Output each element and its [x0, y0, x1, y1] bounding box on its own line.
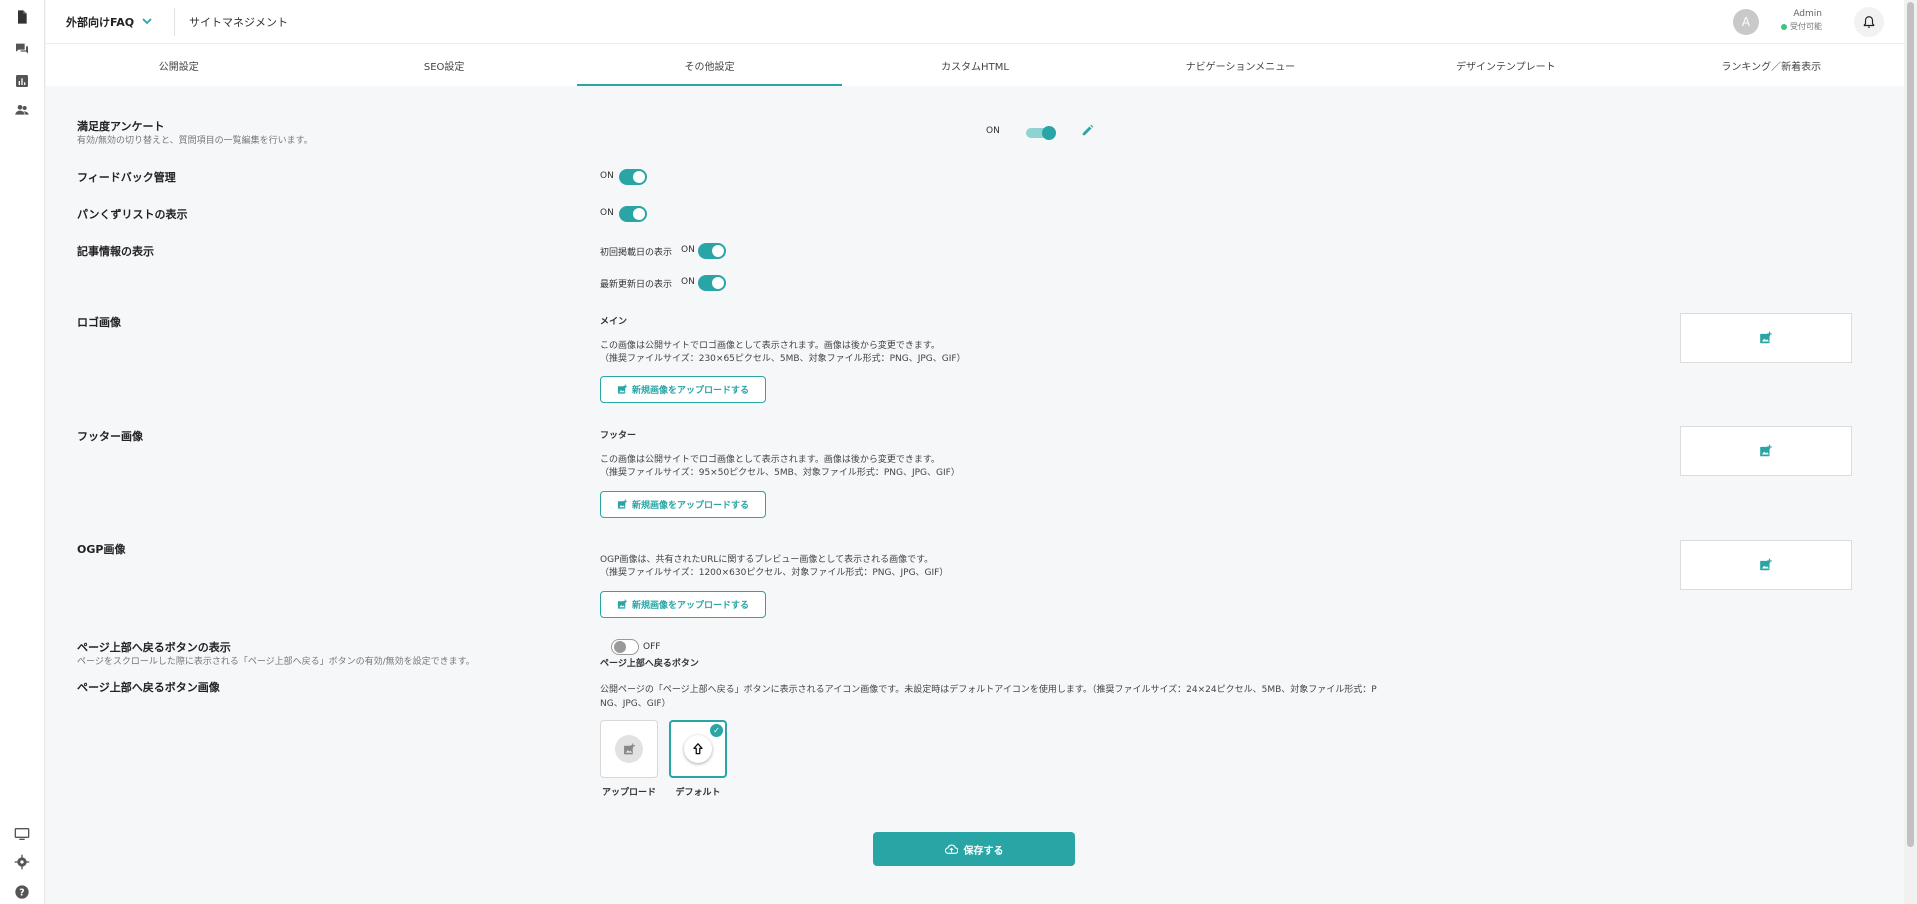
check-icon: ✓: [710, 724, 723, 737]
tab-ranking-new[interactable]: ランキング／新着表示: [1639, 44, 1904, 86]
upload-icon-circle: [615, 735, 643, 763]
image-add-icon: [617, 599, 628, 609]
survey-toggle[interactable]: [1026, 126, 1056, 140]
footer-image-label: フッター画像: [77, 430, 143, 443]
user-info[interactable]: Admin 受付可能: [1781, 9, 1822, 32]
first-published-label: 初回掲載日の表示: [600, 248, 673, 258]
image-add-icon: [617, 384, 628, 394]
logo-desc-2: （推奨ファイルサイズ：230×65ピクセル、5MB、対象ファイル形式：PNG、J…: [600, 354, 966, 364]
settings-tabs: 公開設定 SEO設定 その他設定 カスタムHTML ナビゲーションメニュー デザ…: [46, 44, 1904, 86]
tab-publish-settings[interactable]: 公開設定: [46, 44, 311, 86]
footer-image-desc-2: （推奨ファイルサイズ：95×50ピクセル、5MB、対象ファイル形式：PNG、JP…: [600, 468, 960, 478]
tab-seo-settings[interactable]: SEO設定: [311, 44, 576, 86]
image-add-icon: [1760, 558, 1772, 571]
survey-label: 満足度アンケート: [77, 120, 165, 133]
breadcrumb-label: パンくずリストの表示: [77, 208, 188, 221]
sidebar: ?: [0, 0, 45, 904]
last-updated-toggle[interactable]: [698, 275, 726, 291]
ogp-preview[interactable]: [1680, 540, 1852, 590]
ogp-label: OGP画像: [77, 543, 126, 556]
footer-image-preview[interactable]: [1680, 426, 1852, 476]
ogp-desc-2: （推奨ファイルサイズ：1200×630ピクセル、対象ファイル形式：PNG、JPG…: [600, 568, 949, 578]
user-status: 受付可能: [1781, 21, 1822, 32]
logo-sub-label: メイン: [600, 317, 628, 327]
page-scrollbar[interactable]: [1904, 0, 1917, 904]
avatar[interactable]: A: [1733, 9, 1759, 35]
chat-icon[interactable]: [13, 40, 31, 58]
tab-other-settings[interactable]: その他設定: [576, 44, 843, 86]
breadcrumb-toggle[interactable]: [619, 206, 647, 222]
survey-description: 有効/無効の切り替えと、質問項目の一覧編集を行います。: [77, 136, 313, 146]
logo-upload-button[interactable]: 新規画像をアップロードする: [600, 376, 766, 403]
first-published-status: ON: [681, 245, 695, 255]
tab-navigation-menu[interactable]: ナビゲーションメニュー: [1108, 44, 1373, 86]
help-icon[interactable]: ?: [13, 883, 31, 901]
footer-image-upload-button[interactable]: 新規画像をアップロードする: [600, 491, 766, 518]
back-to-top-description: ページをスクロールした際に表示される「ページ上部へ戻る」ボタンの有効/無効を設定…: [77, 657, 475, 667]
back-to-top-toggle[interactable]: [611, 639, 639, 655]
last-updated-label: 最新更新日の表示: [600, 280, 673, 290]
chart-icon[interactable]: [13, 72, 31, 90]
bell-icon: [1863, 16, 1875, 28]
logo-label: ロゴ画像: [77, 316, 121, 329]
cloud-upload-icon: [944, 844, 958, 854]
chevron-down-icon: [142, 16, 152, 29]
icon-option-upload-label: アップロード: [601, 788, 656, 798]
footer-image-upload-label: 新規画像をアップロードする: [631, 501, 749, 511]
breadcrumb-status: ON: [600, 208, 614, 218]
image-add-icon: [623, 743, 635, 754]
back-to-top-status: OFF: [643, 642, 661, 652]
ogp-upload-label: 新規画像をアップロードする: [631, 601, 749, 611]
monitor-icon[interactable]: [13, 825, 31, 843]
save-button-label: 保存する: [963, 845, 1004, 857]
settings-content: 満足度アンケート 有効/無効の切り替えと、質問項目の一覧編集を行います。 ON …: [46, 86, 1904, 904]
image-add-icon: [617, 499, 628, 509]
header-divider: [174, 8, 175, 36]
notification-button[interactable]: [1854, 7, 1884, 37]
page-title: サイトマネジメント: [189, 16, 288, 29]
top-bar: 外部向けFAQ サイトマネジメント A Admin 受付可能: [46, 0, 1904, 44]
survey-status: ON: [986, 126, 1000, 136]
tab-custom-html[interactable]: カスタムHTML: [842, 44, 1107, 86]
article-info-label: 記事情報の表示: [77, 245, 154, 258]
logo-preview[interactable]: [1680, 313, 1852, 363]
gear-icon[interactable]: [13, 853, 31, 871]
icon-option-default[interactable]: ✓: [669, 720, 727, 778]
ogp-upload-button[interactable]: 新規画像をアップロードする: [600, 591, 766, 618]
status-dot: [1781, 23, 1787, 30]
icon-option-upload[interactable]: [600, 720, 658, 778]
ogp-desc-1: OGP画像は、共有されたURLに関するプレビュー画像として表示される画像です。: [600, 555, 934, 565]
pencil-icon[interactable]: [1081, 123, 1097, 139]
feedback-status: ON: [600, 171, 614, 181]
arrow-up-icon: [693, 743, 703, 755]
site-selector[interactable]: 外部向けFAQ: [66, 14, 152, 30]
svg-text:?: ?: [19, 887, 24, 898]
image-add-icon: [1760, 444, 1772, 457]
logo-upload-label: 新規画像をアップロードする: [631, 386, 749, 396]
document-icon[interactable]: [13, 8, 31, 26]
first-published-toggle[interactable]: [698, 243, 726, 259]
back-to-top-image-desc-1: 公開ページの「ページ上部へ戻る」ボタンに表示されるアイコン画像です。未設定時はデ…: [600, 685, 1377, 695]
footer-image-desc-1: この画像は公開サイトでロゴ画像として表示されます。画像は後から変更できます。: [600, 455, 940, 465]
feedback-toggle[interactable]: [619, 169, 647, 185]
default-icon-circle: [684, 735, 712, 763]
user-status-text: 受付可能: [1790, 22, 1822, 31]
back-to-top-sub-label: ページ上部へ戻るボタン: [600, 659, 699, 669]
feedback-label: フィードバック管理: [77, 171, 176, 184]
users-icon[interactable]: [13, 101, 31, 119]
back-to-top-image-label: ページ上部へ戻るボタン画像: [77, 681, 220, 694]
image-add-icon: [1760, 331, 1772, 344]
icon-option-default-label: デフォルト: [675, 788, 721, 798]
scrollbar-thumb[interactable]: [1907, 2, 1914, 847]
site-selector-label: 外部向けFAQ: [66, 16, 135, 29]
back-to-top-image-desc-2: NG、JPG、GIF）: [600, 699, 671, 709]
save-button[interactable]: 保存する: [873, 832, 1075, 866]
back-to-top-label: ページ上部へ戻るボタンの表示: [77, 641, 231, 654]
tab-design-template[interactable]: デザインテンプレート: [1373, 44, 1638, 86]
last-updated-status: ON: [681, 277, 695, 287]
footer-image-sub-label: フッター: [600, 431, 637, 441]
user-name: Admin: [1793, 9, 1822, 19]
logo-desc-1: この画像は公開サイトでロゴ画像として表示されます。画像は後から変更できます。: [600, 341, 940, 351]
